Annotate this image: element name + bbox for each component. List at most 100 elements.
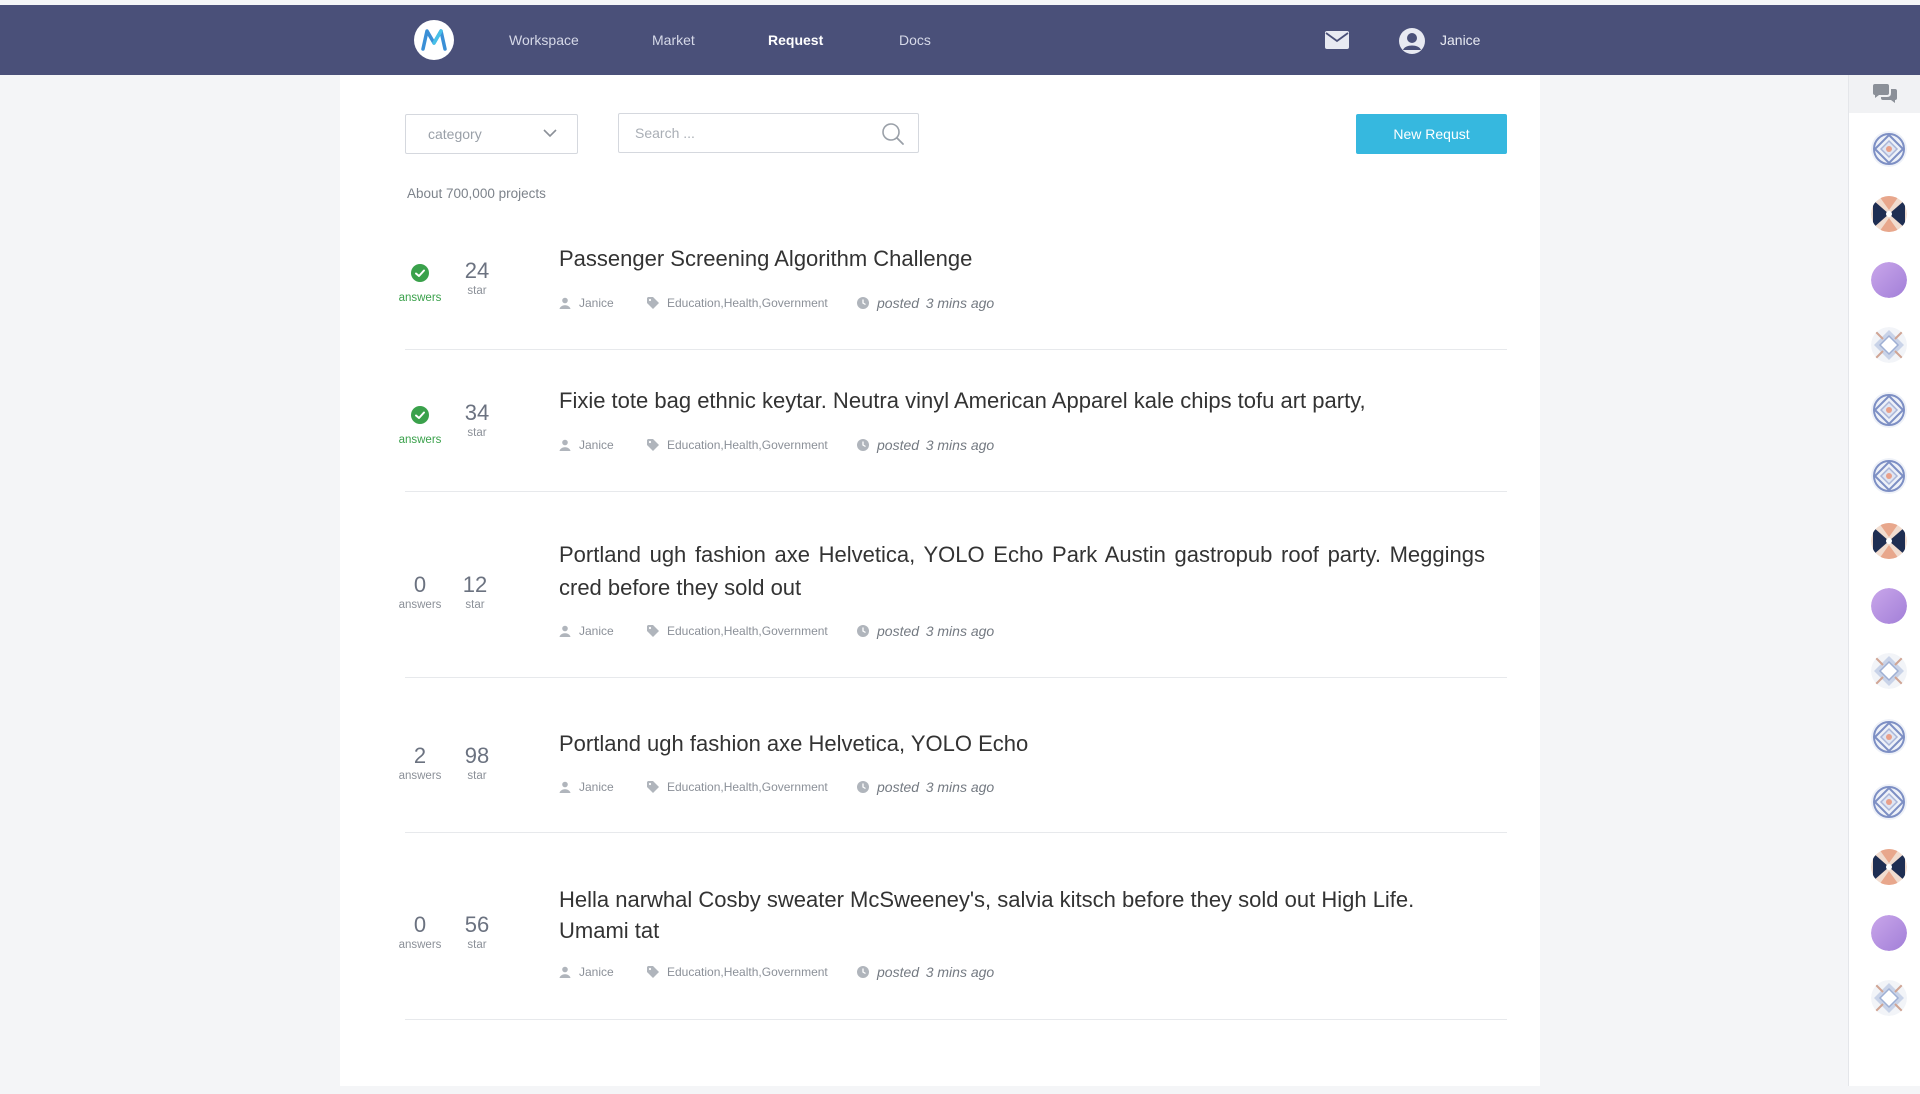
- divider: [405, 677, 1507, 678]
- posted-label: posted: [877, 437, 920, 453]
- stars-stat: 34 star: [447, 400, 507, 440]
- chevron-down-icon: [543, 129, 557, 138]
- request-title[interactable]: Portland ugh fashion axe Helvetica, YOLO…: [559, 538, 1485, 604]
- mail-icon[interactable]: [1325, 31, 1349, 49]
- posted-label: posted: [877, 295, 920, 311]
- posted-time: 3 mins ago: [925, 779, 995, 795]
- answers-label: answers: [398, 939, 442, 951]
- request-tags[interactable]: Education,Health,Government: [667, 437, 828, 453]
- request-title[interactable]: Hella narwhal Cosby sweater McSweeney's,…: [559, 884, 1485, 946]
- contact-avatar[interactable]: [1871, 849, 1907, 886]
- top-navbar: Workspace Market Request Docs Janice: [0, 5, 1920, 75]
- user-icon: [559, 966, 571, 978]
- answers-stat: answers: [390, 260, 450, 305]
- list-item: answers 24 star Passenger Screening Algo…: [399, 240, 1507, 350]
- request-tags[interactable]: Education,Health,Government: [667, 779, 828, 795]
- user-icon: [559, 781, 571, 793]
- new-request-button[interactable]: New Requst: [1356, 114, 1507, 154]
- request-title[interactable]: Portland ugh fashion axe Helvetica, YOLO…: [559, 727, 1485, 760]
- answers-label: answers: [398, 292, 442, 304]
- contact-avatar[interactable]: [1871, 588, 1907, 625]
- posted-time: 3 mins ago: [925, 964, 995, 980]
- stars-count: 56: [464, 912, 490, 937]
- contact-avatar[interactable]: [1871, 196, 1907, 233]
- stars-label: star: [467, 770, 487, 782]
- search-icon[interactable]: [881, 122, 905, 146]
- author-name[interactable]: Janice: [579, 437, 614, 453]
- user-icon: [559, 297, 571, 309]
- divider: [405, 349, 1507, 350]
- request-title[interactable]: Passenger Screening Algorithm Challenge: [559, 242, 1485, 275]
- request-tags[interactable]: Education,Health,Government: [667, 964, 828, 980]
- stars-stat: 12 star: [445, 572, 505, 612]
- stars-label: star: [467, 939, 487, 951]
- stars-count: 12: [462, 572, 488, 597]
- list-item: 0 answers 56 star Hella narwhal Cosby sw…: [399, 884, 1507, 1020]
- contact-avatar[interactable]: [1871, 979, 1907, 1016]
- check-circle-icon: [411, 406, 429, 424]
- stars-label: star: [467, 427, 487, 439]
- tag-icon: [647, 439, 659, 451]
- posted-time: 3 mins ago: [925, 437, 995, 453]
- request-tags[interactable]: Education,Health,Government: [667, 295, 828, 311]
- contact-avatar[interactable]: [1871, 784, 1907, 820]
- clock-icon: [857, 297, 869, 309]
- nav-docs[interactable]: Docs: [899, 5, 931, 75]
- divider: [405, 1019, 1507, 1020]
- category-label: category: [428, 126, 482, 142]
- stars-count: 98: [464, 743, 490, 768]
- clock-icon: [857, 439, 869, 451]
- contact-avatar[interactable]: [1871, 522, 1907, 559]
- nav-workspace[interactable]: Workspace: [509, 5, 579, 75]
- category-dropdown[interactable]: category: [405, 114, 578, 154]
- answers-count: 0: [413, 912, 427, 937]
- contact-avatar[interactable]: [1871, 392, 1907, 429]
- contact-avatar[interactable]: [1871, 457, 1907, 494]
- app-logo[interactable]: [414, 20, 454, 60]
- answers-stat: answers: [390, 402, 450, 447]
- tag-icon: [647, 781, 659, 793]
- tag-icon: [647, 625, 659, 637]
- posted-time: 3 mins ago: [925, 623, 995, 639]
- stars-label: star: [467, 285, 487, 297]
- stars-stat: 98 star: [447, 743, 507, 783]
- contact-avatar[interactable]: [1871, 914, 1907, 951]
- contact-avatar[interactable]: [1871, 131, 1907, 167]
- divider: [405, 832, 1507, 833]
- divider: [405, 491, 1507, 492]
- tag-icon: [647, 966, 659, 978]
- author-name[interactable]: Janice: [579, 295, 614, 311]
- request-tags[interactable]: Education,Health,Government: [667, 623, 828, 639]
- posted-label: posted: [877, 779, 920, 795]
- search-input[interactable]: [635, 123, 875, 143]
- stars-count: 34: [464, 400, 490, 425]
- stars-stat: 56 star: [447, 912, 507, 952]
- author-name[interactable]: Janice: [579, 779, 614, 795]
- contact-avatar[interactable]: [1871, 326, 1907, 363]
- user-icon: [559, 625, 571, 637]
- stars-count: 24: [464, 258, 490, 283]
- posted-label: posted: [877, 964, 920, 980]
- answers-label: answers: [398, 599, 442, 611]
- logo-m-icon: [421, 29, 447, 51]
- contact-avatar[interactable]: [1871, 653, 1907, 690]
- author-name[interactable]: Janice: [579, 623, 614, 639]
- author-name[interactable]: Janice: [579, 964, 614, 980]
- user-name[interactable]: Janice: [1440, 5, 1480, 75]
- answers-label: answers: [398, 770, 442, 782]
- contact-avatar[interactable]: [1871, 261, 1907, 298]
- nav-market[interactable]: Market: [652, 5, 695, 75]
- posted-time: 3 mins ago: [925, 295, 995, 311]
- answers-count: 2: [413, 743, 427, 768]
- chat-bubbles-icon: [1873, 84, 1897, 103]
- request-title[interactable]: Fixie tote bag ethnic keytar. Neutra vin…: [559, 384, 1485, 417]
- nav-request[interactable]: Request: [768, 5, 823, 75]
- chat-sidebar: [1848, 75, 1920, 1086]
- user-avatar-icon[interactable]: [1398, 27, 1426, 55]
- answers-stat: 0 answers: [390, 572, 450, 612]
- clock-icon: [857, 625, 869, 637]
- stars-stat: 24 star: [447, 258, 507, 298]
- posted-label: posted: [877, 623, 920, 639]
- chat-toggle[interactable]: [1849, 75, 1920, 113]
- contact-avatar[interactable]: [1871, 718, 1907, 755]
